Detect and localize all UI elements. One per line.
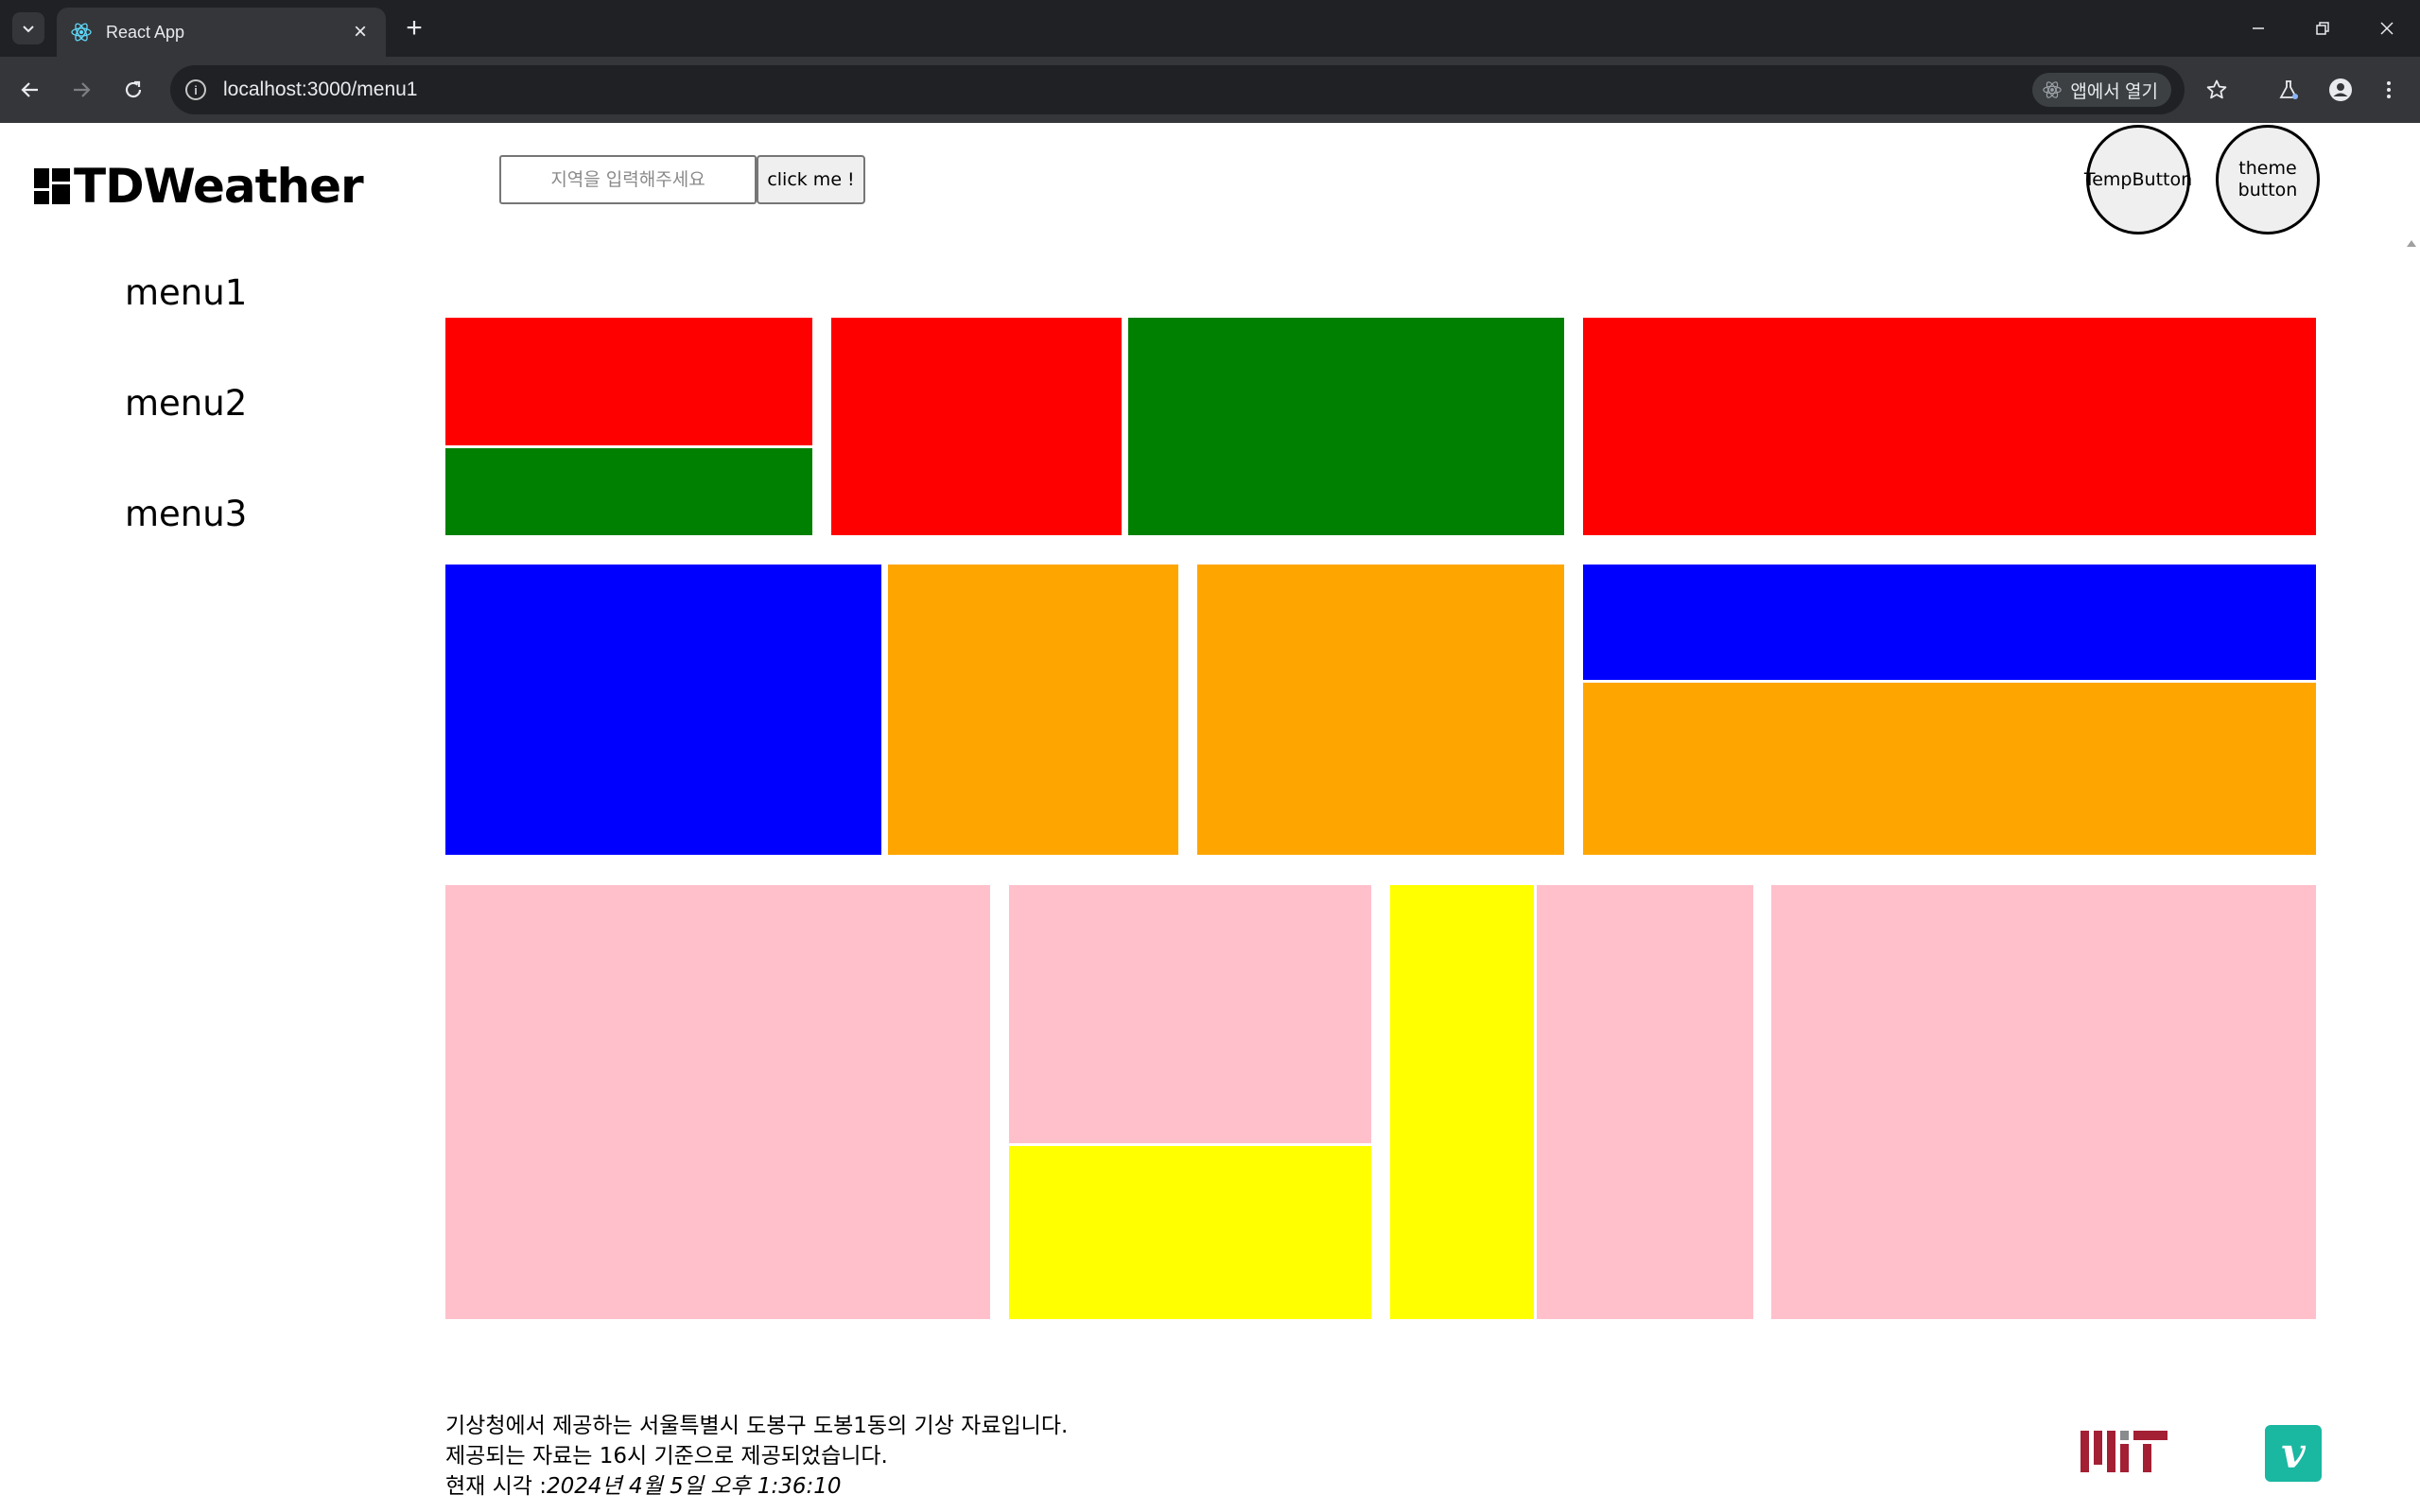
window-close-button[interactable]: [2355, 0, 2419, 57]
minimize-icon: [2253, 27, 2264, 29]
grid-cell-r3-c3: [1390, 885, 1534, 1319]
profile-button[interactable]: [2322, 71, 2359, 109]
close-icon: [2380, 22, 2394, 35]
grid-cell-r3-c2-top: [1009, 885, 1371, 1143]
footer-current-time: 현재 시각 :2024년 4월 5일 오후 1:36:10: [445, 1471, 1068, 1502]
reload-button[interactable]: [114, 71, 152, 109]
dashboard-icon: [34, 168, 70, 204]
footer-time-label: 현재 시각 :: [445, 1474, 548, 1499]
menu-button[interactable]: [2370, 71, 2408, 109]
browser-toolbar: i localhost:3000/menu1 앱에서 열기: [0, 57, 2420, 123]
react-icon: [2043, 81, 2063, 98]
footer-basis-text: 제공되는 자료는 16시 기준으로 제공되었습니다.: [445, 1444, 888, 1469]
grid-cell-r1-c3: [1128, 318, 1564, 535]
star-icon: [2206, 79, 2227, 99]
theme-button[interactable]: theme button: [2216, 125, 2320, 235]
minimize-button[interactable]: [2226, 0, 2290, 57]
more-vert-icon: [2387, 81, 2391, 98]
tab-search-button[interactable]: [12, 12, 44, 44]
search-submit-button[interactable]: click me !: [757, 155, 865, 204]
app-title: TDWeather: [74, 159, 364, 214]
react-icon: [71, 23, 92, 42]
grid-cell-r2-c1: [445, 565, 881, 855]
footer-source-text: 기상청에서 제공하는 서울특별시 도봉구 도봉1동의 기상 자료입니다.: [445, 1414, 1069, 1438]
grid-cell-r3-c5: [1771, 885, 2316, 1319]
app-logo[interactable]: TDWeather: [34, 159, 364, 214]
browser-tab[interactable]: React App ×: [57, 8, 386, 57]
address-bar[interactable]: i localhost:3000/menu1 앱에서 열기: [170, 65, 2185, 114]
temp-button[interactable]: TempButton: [2084, 125, 2192, 235]
chevron-down-icon: [23, 26, 34, 33]
grid-cell-r3-c4: [1537, 885, 1753, 1319]
back-button[interactable]: [11, 71, 49, 109]
sidebar-item-menu3[interactable]: menu3: [125, 494, 247, 534]
forward-button[interactable]: [62, 71, 100, 109]
url-text: localhost:3000/menu1: [223, 78, 418, 100]
sidebar-item-menu1[interactable]: menu1: [125, 272, 247, 313]
arrow-left-icon: [21, 82, 38, 97]
new-tab-button[interactable]: +: [397, 11, 431, 45]
page-scrollbar[interactable]: [2403, 236, 2420, 1512]
restore-icon: [2316, 22, 2329, 35]
scroll-up-icon[interactable]: [2407, 240, 2416, 247]
open-in-app-label: 앱에서 열기: [2070, 81, 2158, 102]
bookmark-button[interactable]: [2198, 71, 2236, 109]
arrow-right-icon: [74, 82, 91, 97]
page-content: TDWeather click me ! TempButton theme bu…: [0, 123, 2420, 1512]
vimeo-logo[interactable]: v: [2265, 1425, 2322, 1482]
tab-close-icon[interactable]: ×: [348, 21, 373, 43]
reload-icon: [125, 80, 142, 98]
grid-cell-r2-c3: [1197, 565, 1564, 855]
weather-source-footer: 기상청에서 제공하는 서울특별시 도봉구 도봉1동의 기상 자료입니다. 제공되…: [445, 1411, 1068, 1502]
site-info-icon[interactable]: i: [185, 79, 206, 100]
grid-cell-r3-c2-bottom: [1009, 1146, 1371, 1319]
browser-tab-bar: React App × +: [0, 0, 2420, 57]
grid-cell-r2-c4-top: [1583, 565, 2316, 680]
footer-time-value: 2024년 4월 5일 오후 1:36:10: [547, 1474, 842, 1499]
labs-button[interactable]: [2270, 71, 2307, 109]
grid-cell-r1-c4: [1583, 318, 2316, 535]
mit-logo[interactable]: [2081, 1429, 2168, 1474]
region-search-input[interactable]: [499, 155, 757, 204]
sidebar-item-menu2[interactable]: menu2: [125, 383, 247, 424]
restore-button[interactable]: [2290, 0, 2355, 57]
grid-cell-r3-c1: [445, 885, 990, 1319]
tab-title: React App: [106, 22, 185, 42]
person-icon: [2329, 78, 2352, 101]
grid-cell-r2-c4-bottom: [1583, 683, 2316, 855]
grid-cell-r1-c2: [831, 318, 1122, 535]
open-in-app-button[interactable]: 앱에서 열기: [2032, 73, 2171, 107]
grid-cell-r2-c2: [888, 565, 1178, 855]
flask-icon: [2279, 80, 2298, 99]
grid-cell-r1-c1-bottom: [445, 448, 812, 535]
grid-cell-r1-c1-top: [445, 318, 812, 445]
